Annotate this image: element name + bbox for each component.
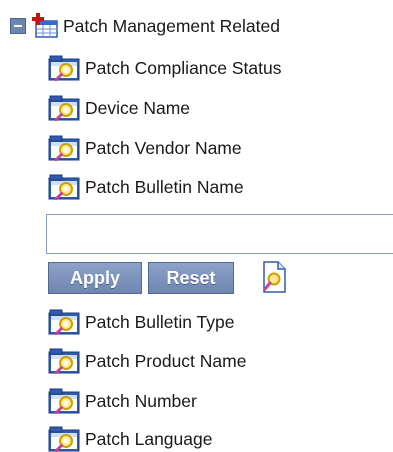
reset-button[interactable]: Reset [148,262,234,294]
tree-item[interactable]: Patch Number [48,385,197,417]
tree-item-label: Patch Bulletin Name [85,177,244,197]
tree-item-label: Patch Language [85,429,213,449]
tree-item[interactable]: Device Name [48,92,190,124]
document-search-icon[interactable] [261,261,287,293]
tree-item-label: Device Name [85,98,191,118]
tree-item-label: Patch Number [85,391,197,411]
folder-search-icon [48,309,80,335]
folder-search-icon [48,55,80,81]
folder-search-icon [48,388,80,414]
tree-item[interactable]: Patch Compliance Status [48,52,282,84]
tree-item-label: Patch Product Name [85,351,247,371]
tree-item[interactable]: Patch Vendor Name [48,132,242,164]
tree-item[interactable]: Patch Bulletin Name [48,171,244,203]
filter-input[interactable] [46,214,393,254]
tree-item-label: Patch Vendor Name [85,138,242,158]
tree-item[interactable]: Patch Product Name [48,345,246,377]
patch-tree: Patch Management Related Patch Complianc… [0,0,393,452]
folder-search-icon [48,95,80,121]
folder-search-icon [48,426,80,452]
report-table-icon [32,13,58,38]
tree-item[interactable]: Patch Language [48,423,212,452]
folder-search-icon [48,174,80,200]
apply-button[interactable]: Apply [48,262,142,294]
folder-search-icon [48,348,80,374]
tree-root-row[interactable]: Patch Management Related [10,10,280,42]
folder-search-icon [48,135,80,161]
tree-root-label: Patch Management Related [63,16,280,36]
collapse-icon[interactable] [10,18,26,34]
tree-item[interactable]: Patch Bulletin Type [48,306,235,338]
tree-item-label: Patch Compliance Status [85,58,282,78]
tree-item-label: Patch Bulletin Type [85,312,235,332]
